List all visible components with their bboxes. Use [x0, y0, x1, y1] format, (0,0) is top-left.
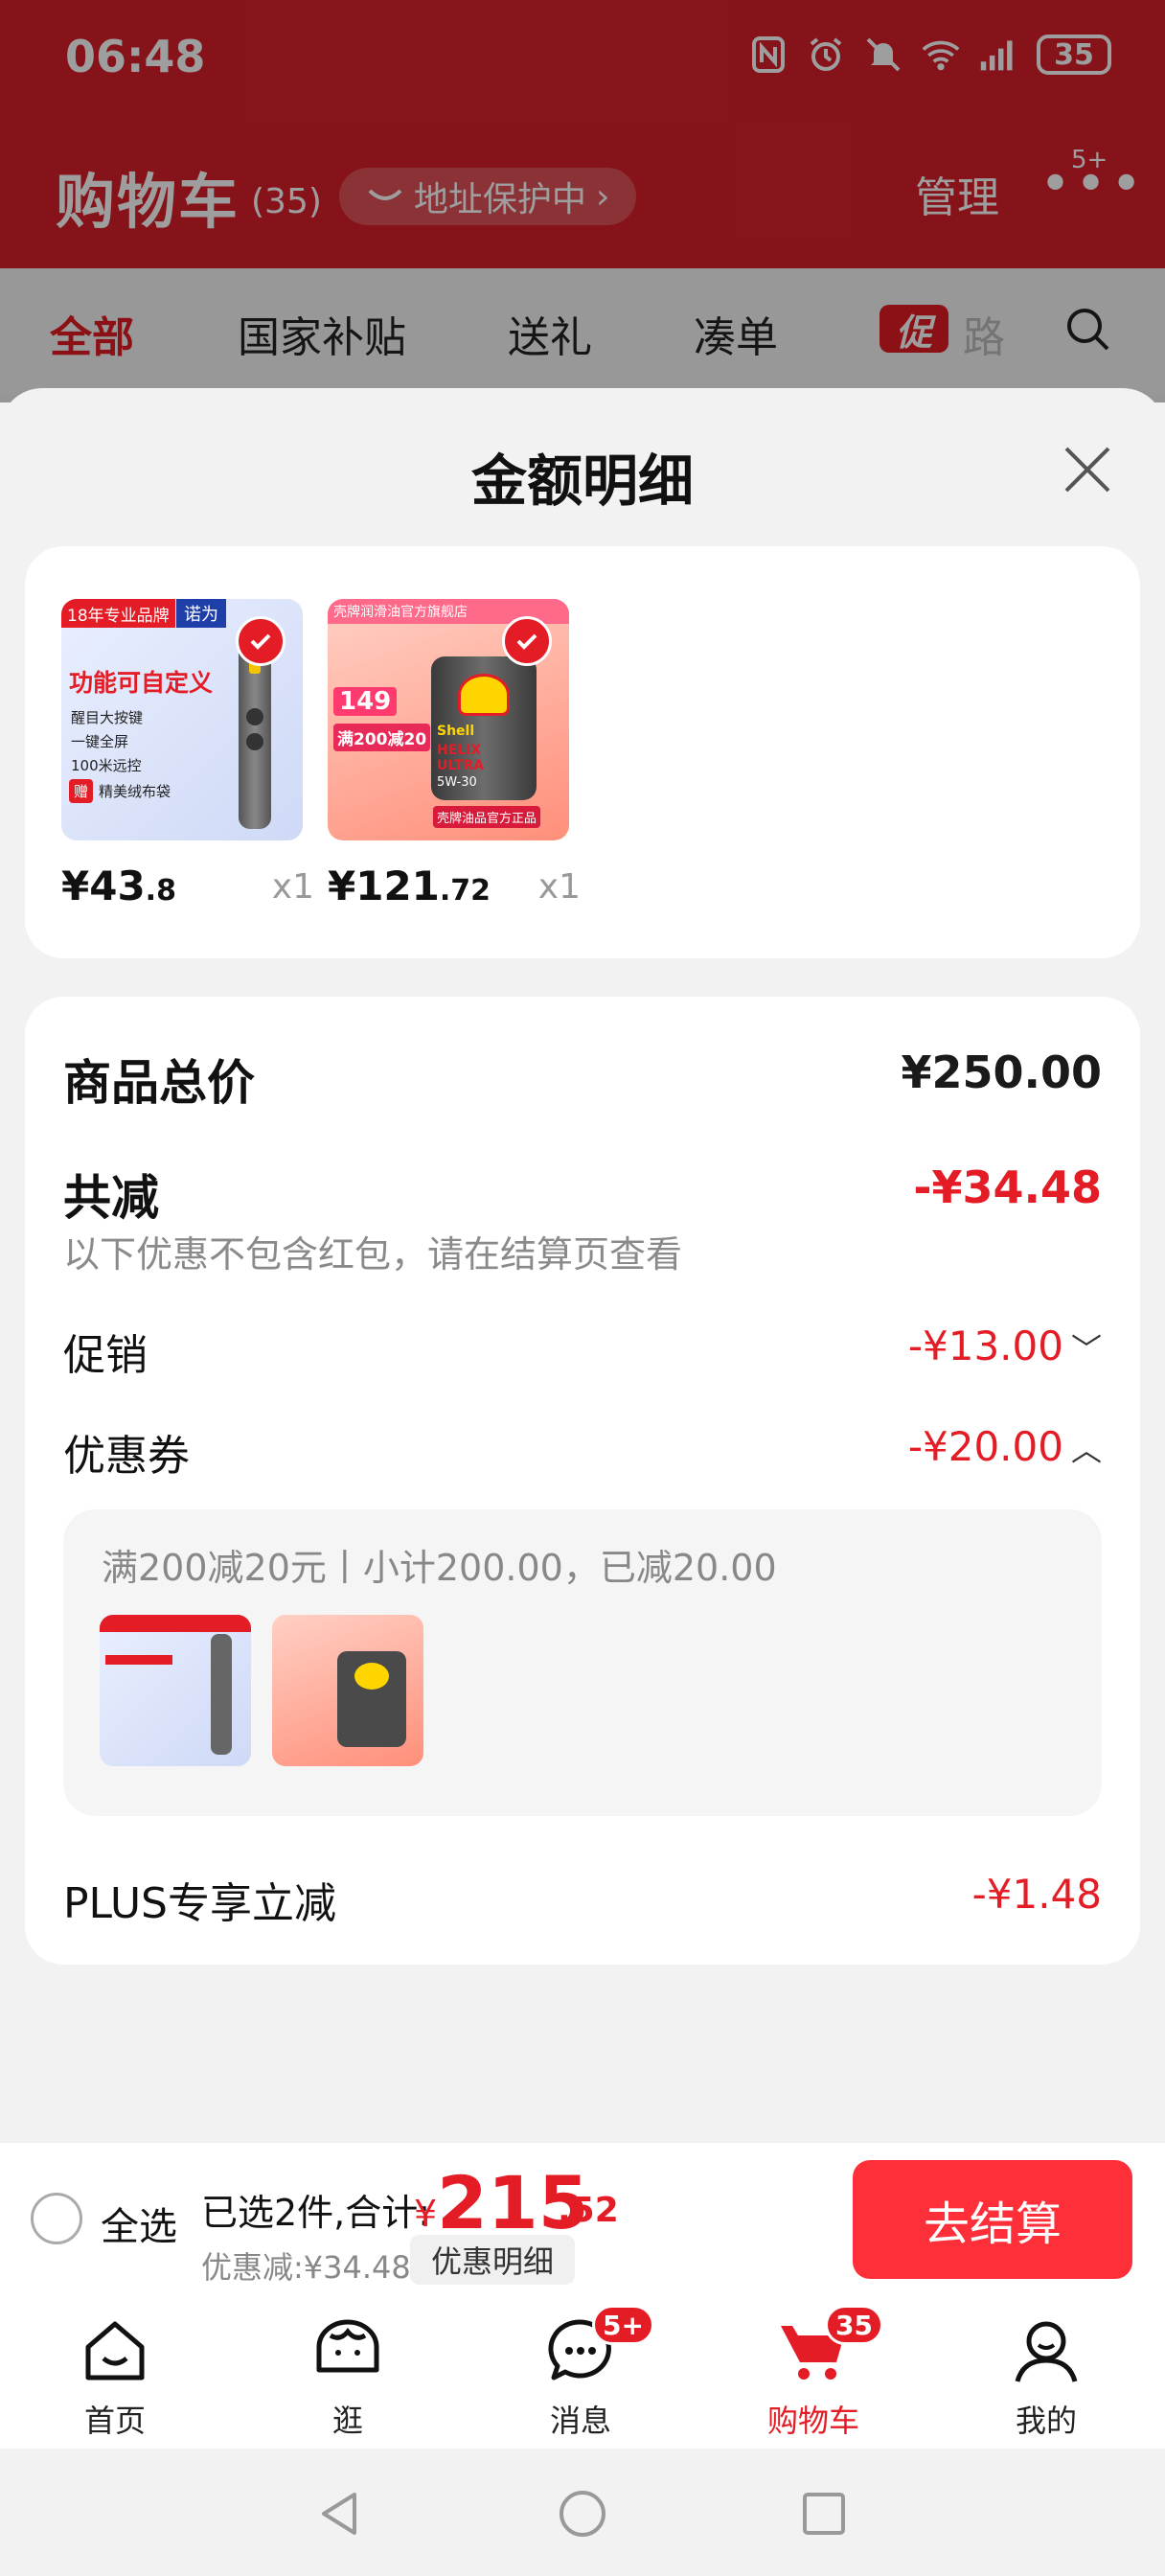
promo-row[interactable]: -¥13.00 ﹀ — [908, 1322, 1102, 1369]
discount-detail-button[interactable]: 优惠明细 — [410, 2235, 576, 2285]
total-price-value: ¥250.00 — [901, 1046, 1102, 1098]
message-icon: 5+ — [542, 2305, 654, 2389]
gift-badge: 赠 — [69, 779, 94, 803]
coupon-detail-text: 满200减20元丨小计200.00，已减20.00 — [102, 1547, 777, 1589]
message-badge: 5+ — [592, 2305, 654, 2345]
image-bullet: 一键全屏 — [71, 733, 129, 750]
product-image-presenter: 18年专业品牌 诺为 功能可自定义 醒目大按键 一键全屏 100米远控 赠 精美… — [61, 599, 303, 840]
total-decimal: .52 — [558, 2191, 619, 2230]
total-reduce-value: -¥34.48 — [913, 1162, 1102, 1213]
tab-label: 购物车 — [766, 2403, 859, 2439]
chevron-down-icon: ﹀ — [1070, 1331, 1102, 1368]
coupon-detail-box: 满200减20元丨小计200.00，已减20.00 — [63, 1509, 1102, 1816]
sheet-title: 金额明细 — [470, 448, 694, 514]
oil-bottle: Shell HELIX ULTRA 5W-30 — [431, 656, 537, 800]
price-decimal: .72 — [439, 874, 491, 908]
cart-badge: 35 — [825, 2305, 883, 2345]
selected-count-text: 已选2件,合计: — [201, 2192, 431, 2234]
profile-icon — [1008, 2312, 1085, 2389]
oil-brand: Shell — [437, 724, 475, 739]
tab-profile[interactable]: 我的 — [950, 2312, 1142, 2441]
product-qty: x1 — [271, 867, 314, 907]
tab-messages[interactable]: 5+ 消息 — [485, 2305, 676, 2441]
dim-overlay[interactable] — [0, 0, 1165, 402]
brand-tag: 18年专业品牌 — [61, 599, 175, 628]
image-bullet: 100米远控 — [71, 757, 142, 774]
chevron-up-icon: ︿ — [1070, 1432, 1102, 1468]
close-icon[interactable] — [1059, 441, 1116, 498]
product-item[interactable]: 壳牌润滑油官方旗舰店 149 满200减20 Shell HELIX ULTRA… — [328, 599, 581, 909]
price-integer: ¥121 — [328, 862, 440, 909]
tab-label: 我的 — [1015, 2403, 1077, 2439]
image-price-tag: 149 — [333, 687, 398, 716]
selected-check-icon[interactable] — [502, 616, 552, 666]
tab-stroll[interactable]: 逛 — [252, 2312, 444, 2441]
system-nav-bar — [0, 2449, 1165, 2576]
coupon-product-thumb — [272, 1615, 423, 1766]
coupon-value: -¥20.00 — [907, 1423, 1063, 1470]
oil-product: HELIX ULTRA — [437, 743, 485, 773]
brand-name: 诺为 — [176, 599, 226, 628]
oil-spec: 5W-30 — [437, 775, 477, 790]
summary-card: 商品总价 ¥250.00 共减 -¥34.48 以下优惠不包含红包，请在结算页查… — [25, 997, 1140, 1965]
select-all-label[interactable]: 全选 — [101, 2196, 177, 2251]
plus-label: PLUS专享立减 — [63, 1879, 336, 1928]
plus-value: -¥1.48 — [971, 1871, 1102, 1918]
stroll-icon — [309, 2312, 386, 2389]
tab-label: 消息 — [549, 2403, 611, 2439]
checkout-bar: 全选 已选2件,合计: ¥ 215 .52 优惠减:¥34.48 优惠明细 去结… — [0, 2142, 1165, 2295]
product-image-oil: 壳牌润滑油官方旗舰店 149 满200减20 Shell HELIX ULTRA… — [328, 599, 569, 840]
price-integer: ¥43 — [61, 862, 146, 909]
cart-icon: 35 — [775, 2305, 883, 2389]
product-item[interactable]: 18年专业品牌 诺为 功能可自定义 醒目大按键 一键全屏 100米远控 赠 精美… — [61, 599, 314, 909]
price-decimal: .8 — [145, 874, 176, 908]
bottom-tabbar: 首页 逛 5+ 消息 35 购物车 我的 — [0, 2295, 1165, 2449]
promo-label: 促销 — [63, 1331, 148, 1380]
product-qty: x1 — [537, 867, 581, 907]
gift-tag: 赠 精美绒布袋 — [69, 779, 171, 803]
promo-value: -¥13.00 — [907, 1322, 1063, 1369]
selected-check-icon[interactable] — [236, 616, 286, 666]
image-headline: 功能可自定义 — [69, 669, 214, 697]
coupon-product-thumb — [100, 1615, 251, 1766]
checkout-button[interactable]: 去结算 — [853, 2160, 1132, 2279]
tab-label: 逛 — [331, 2403, 363, 2439]
recents-icon[interactable] — [797, 2487, 851, 2541]
amount-detail-sheet: 金额明细 18年专业品牌 诺为 功能可自定义 醒目大按键 一键全屏 100米远控… — [0, 388, 1165, 2142]
coupon-row[interactable]: -¥20.00 ︿ — [908, 1423, 1102, 1470]
coupon-label: 优惠券 — [63, 1432, 190, 1481]
tab-home[interactable]: 首页 — [19, 2312, 211, 2441]
product-price: ¥43.8 — [61, 862, 176, 909]
presenter-device — [239, 637, 271, 829]
oil-footer: 壳牌油品官方正品 — [433, 806, 541, 828]
home-circle-icon[interactable] — [556, 2487, 609, 2541]
discount-note: 以下优惠不包含红包，请在结算页查看 — [63, 1233, 683, 1276]
discount-text: 优惠减:¥34.48 — [201, 2249, 411, 2286]
total-currency: ¥ — [414, 2193, 438, 2235]
gift-text: 精美绒布袋 — [99, 783, 171, 800]
total-price-label: 商品总价 — [63, 1055, 255, 1111]
total-reduce-label: 共减 — [63, 1170, 159, 1226]
select-all-radio[interactable] — [31, 2193, 82, 2244]
image-bullets: 醒目大按键 一键全屏 100米远控 — [71, 706, 143, 778]
tab-cart[interactable]: 35 购物车 — [718, 2305, 909, 2441]
image-promo: 满200减20 — [333, 724, 431, 751]
image-bullet: 醒目大按键 — [71, 709, 144, 726]
tab-label: 首页 — [83, 2403, 146, 2439]
products-card: 18年专业品牌 诺为 功能可自定义 醒目大按键 一键全屏 100米远控 赠 精美… — [25, 546, 1140, 958]
product-price: ¥121.72 — [328, 862, 491, 909]
back-icon[interactable] — [312, 2487, 366, 2541]
home-icon — [77, 2312, 153, 2389]
